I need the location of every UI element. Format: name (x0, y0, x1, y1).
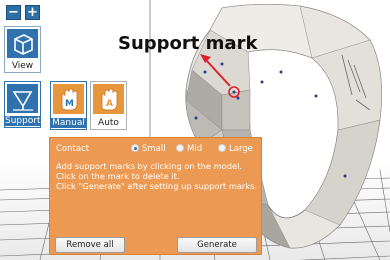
manual-mode-button[interactable]: M Manual (50, 81, 87, 130)
radio-icon (218, 144, 226, 152)
auto-mode-button[interactable]: A Auto (90, 81, 127, 130)
instruction-line: Click on the mark to delete it. (56, 171, 180, 181)
zoom-out-button[interactable]: − (6, 5, 21, 20)
contact-label: Contact (56, 144, 90, 154)
hand-m-icon: M (53, 84, 84, 114)
manual-support-panel: Contact Small Mid Large Add support mark… (49, 137, 262, 255)
instruction-line: Add support marks by clicking on the mod… (56, 161, 243, 171)
support-label: Support (5, 116, 41, 126)
support-tool-button[interactable]: Support (4, 81, 41, 128)
remove-all-button[interactable]: Remove all (55, 237, 125, 253)
contact-large-radio[interactable]: Large (218, 144, 253, 154)
instructions: Add support marks by clicking on the mod… (56, 161, 261, 191)
svg-text:M: M (65, 99, 74, 109)
auto-label: Auto (98, 118, 119, 128)
support-mark-annotation: Support mark (118, 33, 258, 54)
svg-text:A: A (106, 99, 113, 109)
contact-mid-radio[interactable]: Mid (176, 144, 202, 154)
manual-label: Manual (51, 118, 86, 128)
contact-row: Contact Small Mid Large (56, 144, 256, 156)
support-icon (7, 84, 38, 113)
view-tool-button[interactable]: View (4, 26, 41, 73)
view-label: View (11, 61, 34, 71)
radio-icon (176, 144, 184, 152)
zoom-in-button[interactable]: + (25, 5, 40, 20)
hand-a-icon: A (93, 84, 124, 114)
contact-small-radio[interactable]: Small (131, 144, 166, 154)
cube-icon (7, 29, 38, 58)
instruction-line: Click "Generate" after setting up suppor… (56, 181, 258, 191)
radio-selected-icon (131, 144, 139, 152)
generate-button[interactable]: Generate (177, 237, 257, 253)
